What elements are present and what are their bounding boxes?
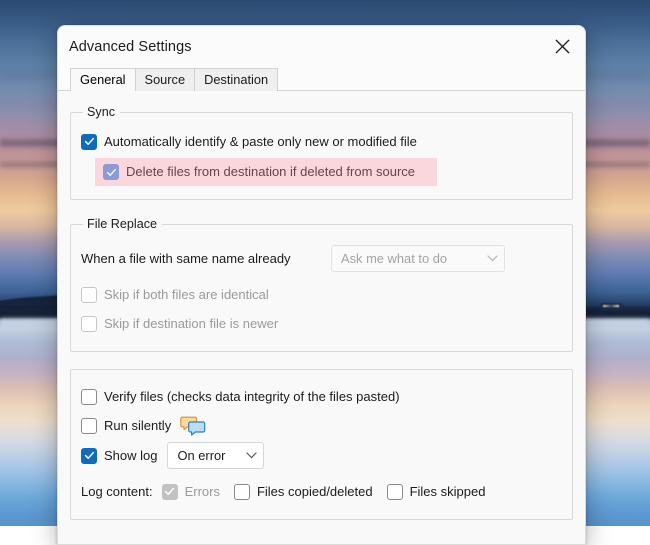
tab-general[interactable]: General <box>70 68 136 91</box>
log-files-copied-checkbox[interactable] <box>234 484 250 500</box>
run-silently-row[interactable]: Run silently <box>81 413 562 438</box>
log-files-skipped-checkbox[interactable] <box>387 484 403 500</box>
run-silently-checkbox[interactable] <box>81 418 97 434</box>
skip-newer-label: Skip if destination file is newer <box>104 316 278 332</box>
tab-source[interactable]: Source <box>135 68 196 91</box>
verify-files-label: Verify files (checks data integrity of t… <box>104 389 400 405</box>
show-log-value: On error <box>177 448 225 463</box>
close-icon <box>555 39 570 54</box>
show-log-row[interactable]: Show log On error <box>81 442 562 469</box>
auto-identify-row[interactable]: Automatically identify & paste only new … <box>81 129 551 154</box>
verify-files-checkbox[interactable] <box>81 389 97 405</box>
misc-options-group: Verify files (checks data integrity of t… <box>70 369 573 520</box>
file-replace-group: File Replace When a file with same name … <box>70 217 573 352</box>
auto-identify-checkbox[interactable] <box>81 134 97 150</box>
log-files-skipped-label: Files skipped <box>410 484 486 500</box>
delete-from-destination-label: Delete files from destination if deleted… <box>126 164 415 180</box>
dialog-titlebar: Advanced Settings <box>58 26 585 67</box>
file-replace-group-legend: File Replace <box>83 217 162 231</box>
speech-bubbles-icon[interactable] <box>180 416 206 436</box>
verify-files-row[interactable]: Verify files (checks data integrity of t… <box>81 384 562 409</box>
when-same-name-row: When a file with same name already Ask m… <box>81 245 562 272</box>
log-errors-label: Errors <box>185 484 220 500</box>
chevron-down-icon <box>487 255 498 262</box>
delete-from-destination-row[interactable]: Delete files from destination if deleted… <box>95 158 437 186</box>
sync-group: Sync Automatically identify & paste only… <box>70 105 573 200</box>
dialog-title: Advanced Settings <box>69 39 192 55</box>
when-same-name-label: When a file with same name already <box>81 251 331 266</box>
tab-panel-general: Sync Automatically identify & paste only… <box>58 91 585 544</box>
skip-identical-checkbox[interactable] <box>81 287 97 303</box>
show-log-label: Show log <box>104 448 157 464</box>
log-files-copied-label: Files copied/deleted <box>257 484 373 500</box>
show-log-checkbox[interactable] <box>81 448 97 464</box>
when-same-name-value: Ask me what to do <box>341 251 447 266</box>
when-same-name-select[interactable]: Ask me what to do <box>331 245 505 272</box>
delete-from-destination-checkbox[interactable] <box>103 164 119 180</box>
log-content-row: Log content: Errors Files copied/deleted <box>81 479 562 504</box>
auto-identify-label: Automatically identify & paste only new … <box>104 134 417 150</box>
skip-newer-checkbox[interactable] <box>81 316 97 332</box>
sync-group-legend: Sync <box>83 105 120 119</box>
tab-strip: General Source Destination <box>58 67 585 91</box>
advanced-settings-dialog: Advanced Settings General Source Destina… <box>57 25 586 545</box>
tab-destination[interactable]: Destination <box>194 68 278 91</box>
chevron-down-icon <box>246 452 257 459</box>
skip-identical-row[interactable]: Skip if both files are identical <box>81 282 562 307</box>
boat-lights <box>603 305 619 307</box>
run-silently-label: Run silently <box>104 418 171 434</box>
log-content-label: Log content: <box>81 484 153 499</box>
skip-newer-row[interactable]: Skip if destination file is newer <box>81 311 562 336</box>
show-log-select[interactable]: On error <box>167 442 264 469</box>
log-errors-checkbox[interactable] <box>162 484 178 500</box>
skip-identical-label: Skip if both files are identical <box>104 287 269 303</box>
close-button[interactable] <box>539 26 585 67</box>
